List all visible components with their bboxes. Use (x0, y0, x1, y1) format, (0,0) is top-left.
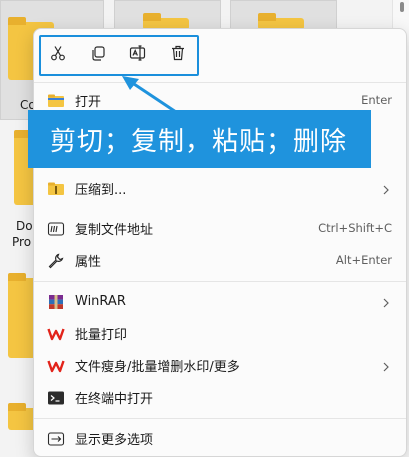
wps-logo-icon (47, 357, 65, 375)
annotation-text: 剪切；复制，粘贴；删除 (50, 126, 348, 157)
folder-icon (8, 273, 36, 358)
divider (34, 281, 406, 282)
annotation-callout: 剪切；复制，粘贴；删除 (28, 110, 371, 168)
menu-item-label: 文件瘦身/批量增删水印/更多 (75, 359, 240, 375)
chevron-right-icon (382, 294, 390, 313)
menu-item-more-options[interactable]: 显示更多选项 (34, 422, 406, 454)
menu-item-properties[interactable]: 属性 Alt+Enter (34, 244, 406, 276)
more-options-icon (47, 430, 65, 448)
rename-button[interactable] (120, 37, 156, 73)
copy-path-icon (47, 220, 65, 238)
menu-item-label: 复制文件地址 (75, 222, 154, 238)
cut-button[interactable] (40, 37, 76, 73)
quick-action-toolbar (38, 35, 199, 76)
wps-logo-icon (47, 325, 65, 343)
menu-item-shortcut: Enter (361, 93, 392, 107)
context-menu: 打开 Enter 压缩到... 复制文件地址 Ctrl+Shift+C 属性 A… (33, 28, 407, 457)
copy-button[interactable] (80, 37, 116, 73)
menu-item-label: WinRAR (75, 293, 126, 309)
menu-item-shortcut: Ctrl+Shift+C (318, 221, 392, 235)
menu-item-label: 显示更多选项 (75, 432, 154, 448)
folder-icon (8, 403, 36, 430)
delete-icon (169, 44, 187, 66)
copy-icon (89, 44, 107, 66)
menu-item-label: 属性 (75, 254, 102, 270)
cut-icon (49, 44, 67, 66)
rename-icon (129, 44, 147, 66)
menu-item-label: 压缩到... (75, 182, 127, 198)
folder-label: Do (16, 219, 33, 233)
archive-folder-icon (47, 180, 65, 198)
divider (34, 82, 406, 83)
folder-label: Pro (12, 235, 32, 249)
scroll-thumb[interactable] (400, 2, 404, 12)
terminal-icon (47, 389, 65, 407)
delete-button[interactable] (160, 37, 196, 73)
chevron-right-icon (382, 358, 390, 377)
menu-item-shortcut: Alt+Enter (335, 253, 392, 267)
menu-item-label: 批量打印 (75, 327, 128, 343)
menu-item-compress[interactable]: 压缩到... (34, 172, 406, 204)
divider (34, 418, 406, 419)
open-folder-icon (47, 92, 65, 110)
wrench-icon (47, 252, 65, 270)
menu-item-winrar[interactable]: WinRAR (34, 285, 406, 317)
winrar-icon (47, 293, 65, 311)
menu-item-terminal[interactable]: 在终端中打开 (34, 381, 406, 413)
menu-item-batch-print[interactable]: 批量打印 (34, 317, 406, 349)
menu-item-copy-path[interactable]: 复制文件地址 Ctrl+Shift+C (34, 212, 406, 244)
chevron-right-icon (382, 181, 390, 200)
menu-item-wps-tools[interactable]: 文件瘦身/批量增删水印/更多 (34, 349, 406, 381)
menu-item-label: 打开 (75, 94, 102, 110)
menu-item-label: 在终端中打开 (75, 391, 154, 407)
